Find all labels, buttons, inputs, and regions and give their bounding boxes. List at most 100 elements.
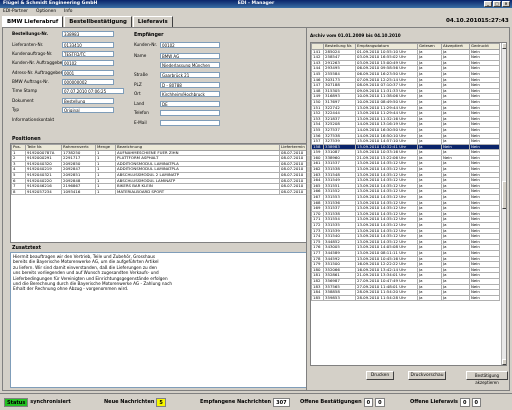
list-item[interactable]: 162 331538 13.09.2010 14:35:12 Uhr Ja Ja Nein (311, 166, 500, 173)
order-field-value[interactable]: 0133410 (62, 42, 114, 48)
order-field-value[interactable]: 338983 (62, 31, 114, 37)
list-item[interactable]: 149 316893 10.09.2010 11:38:06 Uhr Ja Ja Nein (311, 93, 500, 100)
order-field-value[interactable]: Bestellung (62, 98, 114, 104)
list-item[interactable]: 183 357565 27.09.2010 11:48:01 Uhr Ja Ja Nein (311, 283, 500, 291)
list-item[interactable]: 175 344852 13.09.2010 14:35:12 Uhr Ja Ja Nein (311, 238, 500, 246)
new-messages-count[interactable]: 5 (156, 397, 166, 407)
list-item[interactable]: 179 351500 16.09.2010 12:22:22 Uhr Ja Ja Nein (311, 261, 500, 268)
list-item[interactable]: 185 359853 28.09.2010 11:54:28 Uhr Ja Ja Nein (311, 294, 500, 302)
tab-lieferabruf[interactable]: BMW Lieferabruf (2, 16, 64, 27)
table-cell: 185 (311, 294, 324, 302)
scroll-thumb[interactable] (502, 181, 506, 209)
recipient-field-label: Telefon (134, 110, 149, 115)
order-field-value[interactable]: 0001 (62, 70, 114, 76)
status-bar: Status synchronisiert Neue Nachrichten 5… (0, 393, 512, 410)
maximize-icon[interactable]: □ (493, 1, 501, 7)
list-item[interactable]: 163 331548 13.09.2010 14:35:12 Uhr Ja Ja Nein (311, 171, 500, 179)
table-cell: Ja (417, 294, 442, 302)
recipient-field-value[interactable]: D - 80788 (160, 82, 220, 88)
archive-to-date[interactable]: 04.10.2010 (374, 33, 401, 38)
menu-item-info[interactable]: Info (64, 8, 72, 15)
list-item[interactable]: 170 331538 13.09.2010 14:35:12 Uhr Ja Ja Nein (311, 210, 500, 218)
recipient-field-value[interactable] (160, 110, 220, 116)
order-field-value[interactable]: 07.07.2010 07:06:25 (62, 88, 124, 94)
list-item[interactable]: 178 344592 13.09.2010 10:45:16 Uhr Ja Ja Nein (311, 255, 500, 263)
recipient-field-value[interactable]: Niederlassung München (160, 62, 220, 68)
list-item[interactable]: 146 303173 07.09.2010 12:25:14 Uhr Ja Ja Nein (311, 76, 500, 84)
order-field-label: BMW Auftrags-Nr. (12, 79, 49, 84)
order-field-value[interactable]: 00102 (62, 60, 114, 66)
list-item[interactable]: 156 327538 14.09.2010 16:50:10 Uhr Ja Ja Nein (311, 132, 500, 140)
order-field-label: Dokument (12, 98, 34, 103)
list-item[interactable]: 182 356987 27.09.2010 10:47:49 Uhr Ja Ja Nein (311, 277, 500, 285)
print-preview-button[interactable]: Druckvorschau (408, 371, 446, 380)
list-item[interactable]: 176 343005 13.09.2010 14:05:08 Uhr Ja Ja Nein (311, 244, 500, 251)
scroll-down-icon[interactable] (502, 359, 506, 365)
menu-item-edi-partner[interactable]: EDI-Partner (3, 8, 28, 15)
order-field-value[interactable]: Original (62, 107, 114, 113)
list-item[interactable]: 152 322444 13.09.2010 11:29:44 Uhr Ja Ja Nein (311, 110, 500, 117)
list-item[interactable]: 158 338983 15.09.2010 10:32:41 Uhr Ja Nein Ne… (311, 143, 500, 151)
close-icon[interactable]: × (502, 1, 510, 7)
list-item[interactable]: 169 331537 13.09.2010 14:35:12 Uhr Ja Ja Nein (311, 205, 500, 212)
list-item[interactable]: 142 258547 03.09.2010 16:55:02 Uhr Ja Ja Nein (311, 54, 500, 61)
list-item[interactable]: 161 331537 13.09.2010 14:35:12 Uhr Ja Ja Nein (311, 160, 500, 168)
list-item[interactable]: 144 293495 06.09.2010 09:58:56 Uhr Ja Ja Nein (311, 65, 500, 72)
list-item[interactable]: 151 322742 13.09.2010 11:29:44 Uhr Ja Ja Nein (311, 104, 500, 112)
accept-confirmation-button[interactable]: Bestätigung akzeptieren (466, 371, 508, 385)
list-item[interactable]: 172 331535 13.09.2010 14:35:12 Uhr Ja Ja Nein (311, 222, 500, 229)
recipient-field-value[interactable]: Gaarbrück 21 (160, 72, 220, 78)
order-field-label: Bestellungs-Nr. (12, 31, 48, 36)
recipient-field-label: Name (134, 53, 147, 58)
recipient-field-value[interactable]: BMW AG (160, 53, 220, 59)
list-item[interactable]: 147 307188 08.09.2010 07:10:37 Uhr Ja Ja Nein (311, 82, 500, 89)
recipient-field-value[interactable]: 00102 (160, 42, 220, 48)
list-item[interactable]: 181 352861 21.09.2010 13:34:01 Uhr Ja Ja Nein (311, 272, 500, 279)
list-item[interactable]: 157 327539 15.09.2010 14:57:10 Uhr Ja Ja Nein (311, 138, 500, 145)
minimize-icon[interactable]: _ (484, 1, 492, 7)
list-item[interactable]: 168 331536 13.09.2010 14:35:12 Uhr Ja Ja Nein (311, 199, 500, 207)
list-item[interactable]: 171 331554 13.09.2010 14:35:12 Uhr Ja Ja Nein (311, 216, 500, 223)
tab-bestellbestaetigung[interactable]: Bestellbestätigung (64, 16, 132, 27)
list-item[interactable]: 153 321837 13.09.2010 11:32:16 Uhr Ja Ja Nein (311, 115, 500, 123)
list-item[interactable]: 184 358858 28.09.2010 11:54:20 Uhr Ja Ja Nein (311, 289, 500, 296)
list-item[interactable]: 141 285024 01.09.2010 10:55:10 Uhr Ja Ja Nein (311, 48, 500, 56)
list-item[interactable]: 177 344589 13.09.2010 08:11:11 Uhr Ja Ja Nein (311, 250, 500, 257)
open-confirmations: Offene Bestätigungen 0 0 (300, 397, 385, 407)
received-messages: Empfangene Nachrichten 307 (200, 397, 290, 407)
table-cell: 359853 (323, 294, 356, 302)
list-item[interactable]: 180 352066 16.09.2010 13:42:14 Uhr Ja Ja Nein (311, 266, 500, 274)
list-item[interactable]: 154 325208 14.09.2010 13:16:19 Uhr Ja Ja Nein (311, 121, 500, 128)
list-item[interactable]: 165 331551 13.09.2010 14:35:12 Uhr Ja Ja Nein (311, 182, 500, 190)
archive-column-header[interactable]: Bestellung Nr. (323, 43, 356, 50)
list-item[interactable]: 159 331087 15.09.2010 10:33:16 Uhr Ja Ja Nein (311, 149, 500, 156)
table-cell: 1093416 (61, 188, 96, 196)
print-button[interactable]: Drucken (366, 371, 394, 380)
list-item[interactable]: 148 315305 09.09.2010 11:31:33 Uhr Ja Ja Nein (311, 87, 500, 95)
open-confirmations-label: Offene Bestätigungen (300, 399, 362, 405)
list-item[interactable]: 174 331540 13.09.2010 14:35:12 Uhr Ja Ja Nein (311, 233, 500, 240)
list-item[interactable]: 150 317697 10.09.2010 08:49:50 Uhr Ja Ja Nein (311, 98, 500, 106)
archive-from-date[interactable]: 01.01.2009 (338, 33, 365, 38)
list-item[interactable]: 166 331552 13.09.2010 14:35:12 Uhr Ja Ja Nein (311, 188, 500, 195)
archive-scrollbar[interactable] (501, 43, 506, 365)
recipient-field-value[interactable]: DE (160, 101, 220, 107)
list-item[interactable]: 160 338960 21.09.2010 15:22:06 Uhr Ja Nein Ne… (311, 154, 500, 162)
recipient-field-label: Straße (134, 72, 148, 77)
list-item[interactable]: 167 331553 13.09.2010 14:35:12 Uhr Ja Ja Nein (311, 194, 500, 201)
tab-lieferavis[interactable]: Lieferavis (132, 16, 173, 27)
order-field-value[interactable]: TESTFD/TC (62, 51, 114, 57)
list-item[interactable]: 143 291263 03.09.2010 15:00:49 Uhr Ja Ja Nein (311, 59, 500, 67)
list-item[interactable]: 164 331549 13.09.2010 14:35:12 Uhr Ja Ja Nein (311, 177, 500, 184)
scroll-up-icon[interactable] (502, 43, 506, 49)
table-cell: 1 (95, 188, 116, 196)
table-cell: 9192057234 (25, 188, 62, 196)
menu-item-optionen[interactable]: Optionen (36, 8, 56, 15)
order-field-value[interactable]: 000000002 (62, 79, 114, 85)
list-item[interactable]: 145 255584 06.09.2010 16:23:50 Uhr Ja Ja Nein (311, 71, 500, 78)
order-field-label: Informationskontakt (12, 117, 55, 122)
recipient-field-value[interactable] (160, 120, 220, 126)
list-item[interactable]: 173 331539 13.09.2010 14:35:12 Uhr Ja Ja Nein (311, 227, 500, 235)
list-item[interactable]: 155 327537 14.09.2010 16:30:50 Uhr Ja Ja Nein (311, 126, 500, 134)
recipient-field-value[interactable]: Kirchheim/Hochbruck (160, 91, 220, 97)
